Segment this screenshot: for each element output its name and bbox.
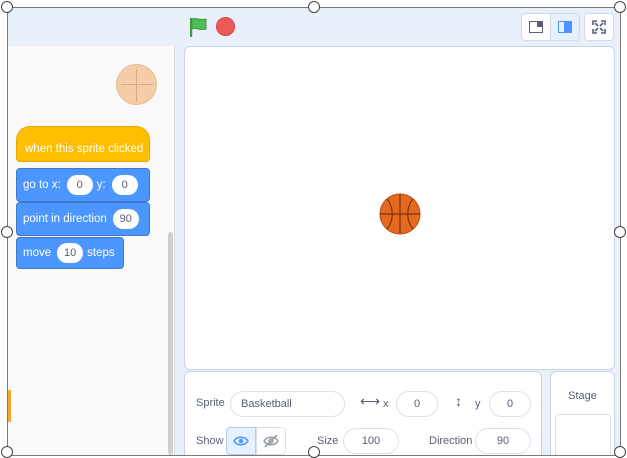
resize-handle-top[interactable] [308,1,320,13]
resize-handle-right[interactable] [614,226,626,238]
y-position-icon: ↕ [455,393,462,409]
y-position-input[interactable]: 0 [489,391,531,417]
show-label: Show [196,435,224,447]
x-position-icon: ⟷ [360,393,381,409]
stage-title: Stage [568,390,597,402]
steps-input[interactable]: 10 [57,243,84,263]
move-steps-block[interactable]: move 10 steps [16,237,124,269]
scratch-editor: when this sprite clicked go to x: 0 y: 0… [8,8,620,455]
sprite-label: Sprite [196,397,225,409]
green-flag-icon[interactable] [187,16,209,38]
sprite-watermark-icon [116,64,157,105]
x-label: x [383,398,389,410]
stage-thumbnail[interactable] [555,414,611,455]
resize-handle-top-right[interactable] [614,1,626,13]
fullscreen-button[interactable] [584,13,614,41]
stage-canvas[interactable] [184,46,615,370]
direction-input[interactable]: 90 [112,209,139,229]
point-in-direction-label: point in direction [23,213,107,225]
show-sprite-button[interactable] [226,427,256,455]
basketball-sprite[interactable] [379,193,421,235]
steps-label: steps [87,247,115,259]
fullscreen-icon [592,20,606,34]
go-to-xy-block[interactable]: go to x: 0 y: 0 [16,168,150,202]
resize-handle-bottom-left[interactable] [1,446,13,458]
resize-handle-top-left[interactable] [1,1,13,13]
point-in-direction-block[interactable]: point in direction 90 [16,202,150,236]
large-stage-button[interactable] [550,13,580,41]
sprite-name-input[interactable]: Basketball [230,391,345,417]
direction-label: Direction [429,435,473,447]
stage-selector-pane[interactable]: Stage [550,371,615,455]
large-stage-icon [558,21,572,33]
small-stage-icon [529,21,543,33]
stop-icon[interactable] [216,17,235,36]
eye-hidden-icon [263,434,279,448]
basketball-icon [379,193,421,235]
go-to-x-input[interactable]: 0 [66,175,93,195]
code-scrollbar[interactable] [168,232,173,455]
resize-handle-left[interactable] [1,226,13,238]
category-indicator [8,390,11,422]
sprite-info-pane: Sprite Basketball ⟷ x 0 ↕ y 0 Show Size … [184,371,542,455]
size-input[interactable]: 100 [343,428,399,454]
size-label: Size [317,435,339,447]
direction-input-field[interactable]: 90 [475,428,531,454]
hide-sprite-button[interactable] [256,427,286,455]
resize-handle-bottom[interactable] [308,446,320,458]
go-to-y-label: y: [96,179,106,191]
hat-block-label: when this sprite clicked [25,143,144,155]
eye-icon [233,436,249,446]
x-position-input[interactable]: 0 [396,391,438,417]
resize-handle-bottom-right[interactable] [614,446,626,458]
go-to-y-input[interactable]: 0 [111,175,138,195]
y-label: y [475,398,481,410]
when-sprite-clicked-block[interactable]: when this sprite clicked [16,126,150,162]
move-label: move [23,247,52,259]
small-stage-button[interactable] [521,13,551,41]
go-to-x-label: go to x: [23,179,61,191]
